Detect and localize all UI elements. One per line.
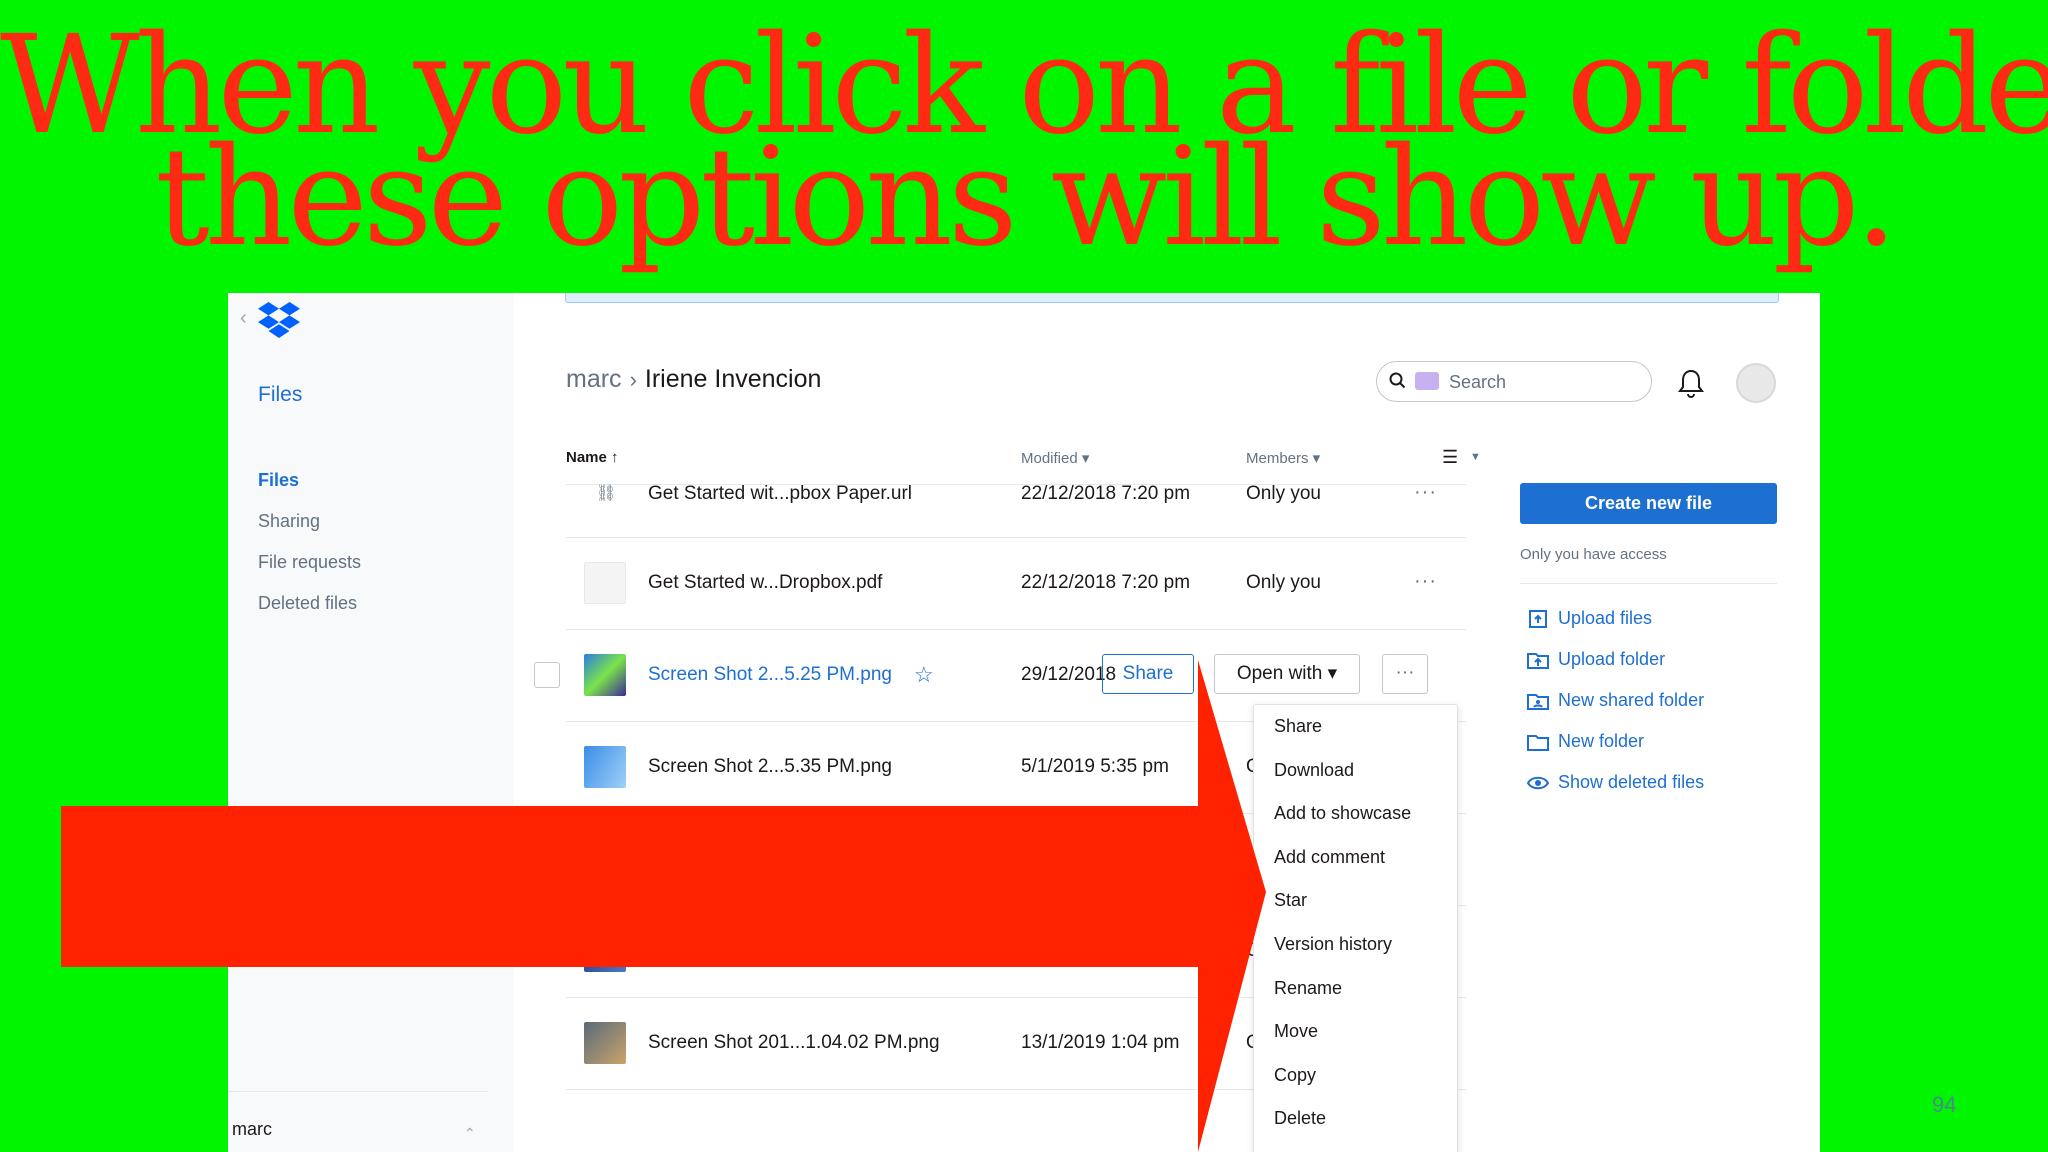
search-box[interactable] bbox=[1376, 361, 1652, 402]
slide-headline: When you click on a file or folder these… bbox=[0, 18, 2048, 277]
menu-item-version-history[interactable]: Version history bbox=[1254, 923, 1457, 967]
file-name[interactable]: Screen Shot 2...5.25 PM.png bbox=[648, 664, 892, 686]
sidebar-divider bbox=[228, 1091, 488, 1092]
image-thumbnail-icon bbox=[584, 654, 626, 696]
back-chevron-icon[interactable]: ‹ bbox=[240, 307, 247, 330]
upload-folder-icon bbox=[1527, 653, 1549, 670]
upload-files-action[interactable]: Upload files bbox=[1520, 598, 1777, 639]
column-header-members[interactable]: Members ▾ bbox=[1246, 449, 1320, 467]
star-icon[interactable]: ☆ bbox=[914, 662, 934, 688]
more-actions-icon[interactable]: ··· bbox=[1414, 481, 1437, 504]
right-panel-divider bbox=[1520, 583, 1777, 584]
upload-files-icon bbox=[1529, 610, 1547, 629]
breadcrumb-parent[interactable]: marc bbox=[566, 365, 622, 393]
file-name[interactable]: Screen Shot 2...1.12 PM.png bbox=[648, 940, 892, 962]
pdf-thumbnail-icon bbox=[584, 562, 626, 604]
new-folder-label: New folder bbox=[1558, 731, 1645, 751]
open-with-button[interactable]: Open with ▾ bbox=[1214, 654, 1360, 694]
row-checkbox[interactable] bbox=[534, 662, 560, 688]
file-name[interactable]: Get Started wit...pbox Paper.url bbox=[648, 483, 912, 505]
menu-item-add-to-showcase[interactable]: Add to showcase bbox=[1254, 792, 1457, 836]
breadcrumb: marc › Iriene Invencion bbox=[566, 365, 821, 394]
file-members: Only you bbox=[1246, 483, 1321, 504]
file-modified: 10/1/2019 12:51 pm bbox=[1021, 940, 1191, 961]
sidebar: ‹ Files Files Sharing File requests Dele… bbox=[228, 293, 514, 1152]
file-modified: 22/12/2018 7:20 pm bbox=[1021, 572, 1191, 593]
image-thumbnail-icon bbox=[584, 930, 626, 972]
table-row[interactable]: ⛓ Get Started wit...pbox Paper.url 22/12… bbox=[566, 481, 1466, 538]
table-header: Name ↑ Modified ▾ Members ▾ ☰ ▼ bbox=[566, 433, 1481, 485]
new-shared-folder-label: New shared folder bbox=[1558, 690, 1705, 710]
table-row[interactable]: Get Started w...Dropbox.pdf 22/12/2018 7… bbox=[566, 538, 1466, 630]
file-modified: 22/12/2018 7:20 pm bbox=[1021, 483, 1191, 504]
column-header-name[interactable]: Name ↑ bbox=[566, 449, 619, 466]
create-new-file-button[interactable]: Create new file bbox=[1520, 483, 1777, 524]
menu-item-star[interactable]: Star bbox=[1254, 879, 1457, 923]
upload-files-label: Upload files bbox=[1558, 608, 1653, 628]
file-members: Only you bbox=[1246, 572, 1321, 593]
dropbox-logo-icon[interactable] bbox=[258, 302, 300, 338]
file-name[interactable]: Screen Shot 2...5.35 PM.png bbox=[648, 756, 892, 778]
breadcrumb-chevron-icon: › bbox=[629, 367, 637, 392]
access-text: Only you have access bbox=[1520, 546, 1667, 563]
new-shared-folder-action[interactable]: New shared folder bbox=[1520, 680, 1777, 721]
shared-folder-icon bbox=[1527, 694, 1549, 711]
show-deleted-files-action[interactable]: Show deleted files bbox=[1520, 762, 1777, 803]
file-modified: 13/1/2019 1:04 pm bbox=[1021, 1032, 1180, 1053]
file-modified: 5/1/2019 5:35 pm bbox=[1021, 756, 1169, 777]
dropbox-screenshot: ‹ Files Files Sharing File requests Dele… bbox=[228, 293, 1820, 1152]
new-folder-action[interactable]: New folder bbox=[1520, 721, 1777, 762]
menu-item-download[interactable]: Download bbox=[1254, 749, 1457, 793]
menu-item-share[interactable]: Share bbox=[1254, 705, 1457, 749]
slide-page-number: 94 bbox=[1932, 1092, 1957, 1117]
search-icon bbox=[1389, 372, 1406, 389]
file-name[interactable]: Screen Shot 201...1.04.02 PM.png bbox=[648, 1032, 940, 1054]
sidebar-title[interactable]: Files bbox=[258, 383, 302, 407]
more-options-button[interactable]: ··· bbox=[1382, 654, 1428, 694]
menu-item-rename[interactable]: Rename bbox=[1254, 967, 1457, 1011]
avatar[interactable] bbox=[1736, 363, 1776, 403]
menu-item-move[interactable]: Move bbox=[1254, 1010, 1457, 1054]
menu-item-copy[interactable]: Copy bbox=[1254, 1054, 1457, 1098]
eye-icon bbox=[1526, 777, 1550, 790]
show-deleted-files-label: Show deleted files bbox=[1558, 772, 1705, 792]
link-file-icon: ⛓ bbox=[596, 485, 617, 502]
share-button[interactable]: Share bbox=[1102, 654, 1194, 694]
headline-line-2: these options will show up. bbox=[155, 119, 1898, 277]
image-thumbnail-icon bbox=[584, 1022, 626, 1064]
sidebar-user-name[interactable]: marc bbox=[232, 1119, 272, 1140]
folder-icon bbox=[1527, 735, 1549, 752]
bell-icon[interactable] bbox=[1676, 367, 1706, 399]
file-name[interactable]: Get Started w...Dropbox.pdf bbox=[648, 572, 882, 594]
column-header-modified[interactable]: Modified ▾ bbox=[1021, 449, 1089, 467]
notification-banner bbox=[565, 293, 1779, 303]
sidebar-item-deleted-files[interactable]: Deleted files bbox=[258, 583, 361, 624]
list-view-icon[interactable]: ☰ bbox=[1442, 447, 1458, 468]
image-thumbnail-icon bbox=[584, 746, 626, 788]
folder-scope-icon bbox=[1415, 372, 1439, 390]
upload-folder-label: Upload folder bbox=[1558, 649, 1666, 669]
sidebar-nav: Files Sharing File requests Deleted file… bbox=[258, 460, 361, 624]
sidebar-item-files[interactable]: Files bbox=[258, 460, 361, 501]
sidebar-item-file-requests[interactable]: File requests bbox=[258, 542, 361, 583]
view-caret-icon[interactable]: ▼ bbox=[1470, 451, 1481, 463]
right-panel: Create new file Only you have access Upl… bbox=[1520, 483, 1777, 803]
context-menu: Share Download Add to showcase Add comme… bbox=[1253, 704, 1458, 1152]
search-input[interactable] bbox=[1449, 368, 1639, 396]
upload-folder-action[interactable]: Upload folder bbox=[1520, 639, 1777, 680]
menu-item-add-comment[interactable]: Add comment bbox=[1254, 836, 1457, 880]
more-actions-icon[interactable]: ··· bbox=[1414, 570, 1437, 593]
right-panel-actions: Upload files Upload folder New shared fo… bbox=[1520, 598, 1777, 803]
account-switcher-icon[interactable]: ⌃ bbox=[464, 1125, 476, 1142]
sidebar-item-sharing[interactable]: Sharing bbox=[258, 501, 361, 542]
breadcrumb-current: Iriene Invencion bbox=[644, 365, 822, 393]
menu-item-delete[interactable]: Delete bbox=[1254, 1097, 1457, 1141]
